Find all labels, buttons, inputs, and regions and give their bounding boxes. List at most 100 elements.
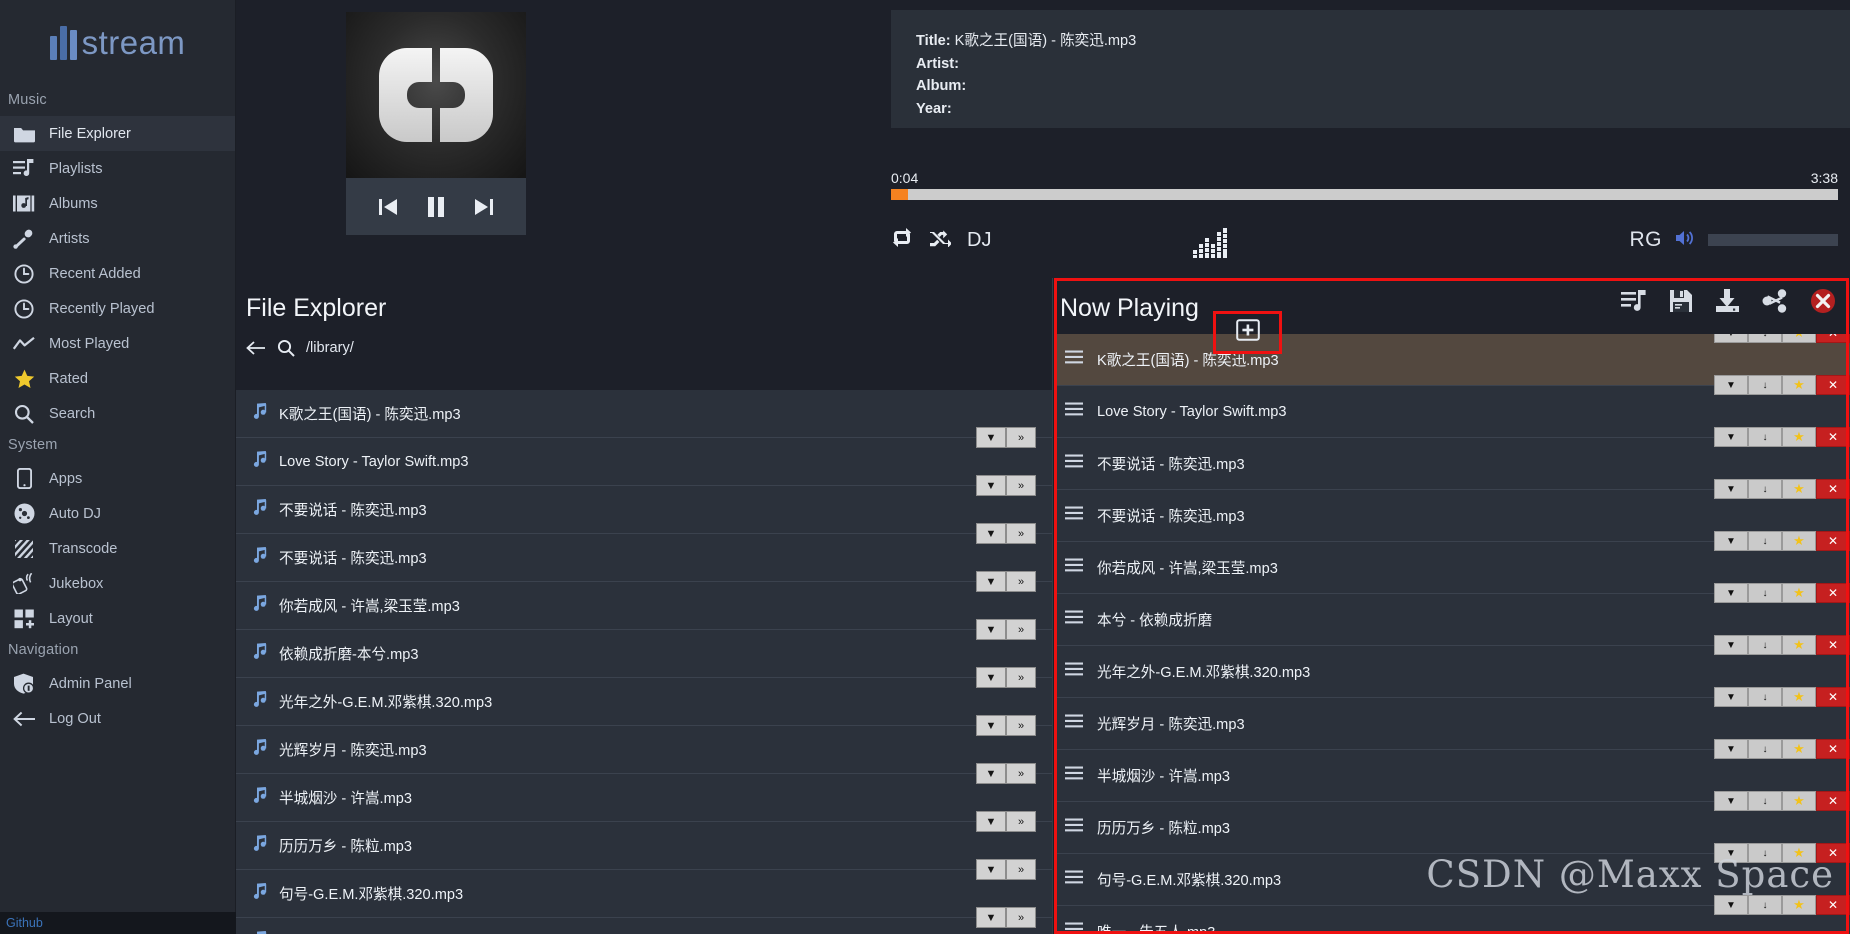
queue-row-dropdown-button[interactable]: ▼ bbox=[1714, 635, 1748, 655]
queue-row-download-button[interactable]: ↓ bbox=[1748, 635, 1782, 655]
sidebar-item-log-out[interactable]: Log Out bbox=[0, 701, 235, 736]
replay-gain-button[interactable]: RG bbox=[1630, 228, 1663, 252]
queue-row-remove-button[interactable]: ✕ bbox=[1816, 895, 1850, 915]
sidebar-item-artists[interactable]: Artists bbox=[0, 221, 235, 256]
app-logo[interactable]: stream bbox=[0, 0, 235, 86]
drag-handle-icon[interactable] bbox=[1065, 870, 1083, 889]
file-dropdown-button[interactable]: ▼ bbox=[976, 667, 1006, 688]
sidebar-item-transcode[interactable]: Transcode bbox=[0, 531, 235, 566]
save-icon[interactable] bbox=[1669, 289, 1693, 313]
download-icon[interactable] bbox=[1715, 289, 1740, 313]
arrow-left-icon[interactable] bbox=[246, 340, 266, 356]
file-more-button[interactable]: » bbox=[1006, 667, 1036, 688]
queue-row-dropdown-button[interactable]: ▼ bbox=[1714, 583, 1748, 603]
file-row[interactable]: 依赖成折磨-本兮.mp3 ▼» bbox=[236, 630, 1052, 688]
drag-handle-icon[interactable] bbox=[1065, 350, 1083, 369]
queue-row-remove-button[interactable]: ✕ bbox=[1816, 843, 1850, 863]
pause-icon[interactable] bbox=[427, 196, 445, 217]
queue-row-star-button[interactable]: ★ bbox=[1782, 583, 1816, 603]
sidebar-item-recently-played[interactable]: Recently Played bbox=[0, 291, 235, 326]
shuffle-icon[interactable] bbox=[929, 228, 952, 252]
file-more-button[interactable]: » bbox=[1006, 907, 1036, 928]
sidebar-item-most-played[interactable]: Most Played bbox=[0, 326, 235, 361]
sidebar-item-search[interactable]: Search bbox=[0, 396, 235, 431]
queue-row-star-button[interactable]: ★ bbox=[1782, 334, 1816, 343]
drag-handle-icon[interactable] bbox=[1065, 558, 1083, 577]
queue-row-download-button[interactable]: ↓ bbox=[1748, 791, 1782, 811]
sidebar-item-rated[interactable]: Rated bbox=[0, 361, 235, 396]
queue-row-download-button[interactable]: ↓ bbox=[1748, 427, 1782, 447]
dj-button[interactable]: DJ bbox=[967, 229, 991, 252]
drag-handle-icon[interactable] bbox=[1065, 506, 1083, 525]
file-more-button[interactable]: » bbox=[1006, 619, 1036, 640]
share-icon[interactable] bbox=[1762, 289, 1788, 313]
add-folder-to-queue-highlight[interactable] bbox=[1213, 311, 1282, 354]
queue-row[interactable]: 唯一 - 告五人.mp3 ▼ ↓ ★ ✕ bbox=[1054, 895, 1850, 934]
sidebar-item-albums[interactable]: Albums bbox=[0, 186, 235, 221]
queue-row-remove-button[interactable]: ✕ bbox=[1816, 791, 1850, 811]
file-row[interactable]: 句号-G.E.M.邓紫棋.320.mp3 ▼» bbox=[236, 870, 1052, 928]
queue-row-dropdown-button[interactable]: ▼ bbox=[1714, 687, 1748, 707]
save-playlist-icon[interactable] bbox=[1621, 289, 1647, 313]
sidebar-item-jukebox[interactable]: Jukebox bbox=[0, 566, 235, 601]
drag-handle-icon[interactable] bbox=[1065, 922, 1083, 934]
drag-handle-icon[interactable] bbox=[1065, 662, 1083, 681]
queue-row-remove-button[interactable]: ✕ bbox=[1816, 687, 1850, 707]
equalizer-icon[interactable] bbox=[1193, 228, 1233, 263]
file-row[interactable]: 不要说话 - 陈奕迅.mp3 ▼» bbox=[236, 534, 1052, 592]
file-row[interactable]: Love Story - Taylor Swift.mp3 ▼» bbox=[236, 438, 1052, 496]
queue-row-download-button[interactable]: ↓ bbox=[1748, 375, 1782, 395]
queue-row-dropdown-button[interactable]: ▼ bbox=[1714, 334, 1748, 343]
drag-handle-icon[interactable] bbox=[1065, 766, 1083, 785]
repeat-icon[interactable] bbox=[891, 228, 913, 252]
seek-bar[interactable] bbox=[891, 189, 1838, 200]
file-more-button[interactable]: » bbox=[1006, 811, 1036, 832]
file-dropdown-button[interactable]: ▼ bbox=[976, 475, 1006, 496]
close-icon[interactable] bbox=[1810, 288, 1836, 314]
file-row[interactable]: 你若成风 - 许嵩,梁玉莹.mp3 ▼» bbox=[236, 582, 1052, 640]
file-dropdown-button[interactable]: ▼ bbox=[976, 715, 1006, 736]
queue-row-download-button[interactable]: ↓ bbox=[1748, 843, 1782, 863]
file-row[interactable]: 唯一 - 告五人.mp3▼» bbox=[236, 918, 1052, 934]
queue-row-star-button[interactable]: ★ bbox=[1782, 427, 1816, 447]
queue-row-download-button[interactable]: ↓ bbox=[1748, 739, 1782, 759]
queue-row-star-button[interactable]: ★ bbox=[1782, 375, 1816, 395]
file-more-button[interactable]: » bbox=[1006, 859, 1036, 880]
file-row[interactable]: 光辉岁月 - 陈奕迅.mp3 ▼» bbox=[236, 726, 1052, 784]
queue-row-dropdown-button[interactable]: ▼ bbox=[1714, 895, 1748, 915]
queue-row-remove-button[interactable]: ✕ bbox=[1816, 427, 1850, 447]
file-dropdown-button[interactable]: ▼ bbox=[976, 859, 1006, 880]
queue-row-star-button[interactable]: ★ bbox=[1782, 531, 1816, 551]
file-more-button[interactable]: » bbox=[1006, 475, 1036, 496]
queue-row-star-button[interactable]: ★ bbox=[1782, 895, 1816, 915]
queue-row-dropdown-button[interactable]: ▼ bbox=[1714, 531, 1748, 551]
next-icon[interactable] bbox=[474, 198, 494, 216]
queue-row-download-button[interactable]: ↓ bbox=[1748, 583, 1782, 603]
queue-row-download-button[interactable]: ↓ bbox=[1748, 531, 1782, 551]
queue-row-dropdown-button[interactable]: ▼ bbox=[1714, 843, 1748, 863]
sidebar-item-layout[interactable]: Layout bbox=[0, 601, 235, 636]
queue-row-star-button[interactable]: ★ bbox=[1782, 687, 1816, 707]
queue-row-remove-button[interactable]: ✕ bbox=[1816, 375, 1850, 395]
file-dropdown-button[interactable]: ▼ bbox=[976, 523, 1006, 544]
drag-handle-icon[interactable] bbox=[1065, 610, 1083, 629]
file-row[interactable]: 不要说话 - 陈奕迅.mp3 ▼» bbox=[236, 486, 1052, 544]
queue-row-dropdown-button[interactable]: ▼ bbox=[1714, 479, 1748, 499]
drag-handle-icon[interactable] bbox=[1065, 454, 1083, 473]
queue-row-star-button[interactable]: ★ bbox=[1782, 791, 1816, 811]
queue-row-star-button[interactable]: ★ bbox=[1782, 843, 1816, 863]
file-more-button[interactable]: » bbox=[1006, 523, 1036, 544]
file-row[interactable]: 半城烟沙 - 许嵩.mp3 ▼» bbox=[236, 774, 1052, 832]
queue-row-dropdown-button[interactable]: ▼ bbox=[1714, 427, 1748, 447]
file-dropdown-button[interactable]: ▼ bbox=[976, 427, 1006, 448]
file-more-button[interactable]: » bbox=[1006, 763, 1036, 784]
queue-row-download-button[interactable]: ↓ bbox=[1748, 479, 1782, 499]
queue-row-remove-button[interactable]: ✕ bbox=[1816, 334, 1850, 343]
volume-slider[interactable] bbox=[1708, 234, 1838, 246]
file-more-button[interactable]: » bbox=[1006, 571, 1036, 592]
sidebar-item-recent-added[interactable]: Recent Added bbox=[0, 256, 235, 291]
queue-row-remove-button[interactable]: ✕ bbox=[1816, 583, 1850, 603]
queue-row-dropdown-button[interactable]: ▼ bbox=[1714, 739, 1748, 759]
search-icon[interactable] bbox=[277, 339, 295, 357]
file-dropdown-button[interactable]: ▼ bbox=[976, 811, 1006, 832]
